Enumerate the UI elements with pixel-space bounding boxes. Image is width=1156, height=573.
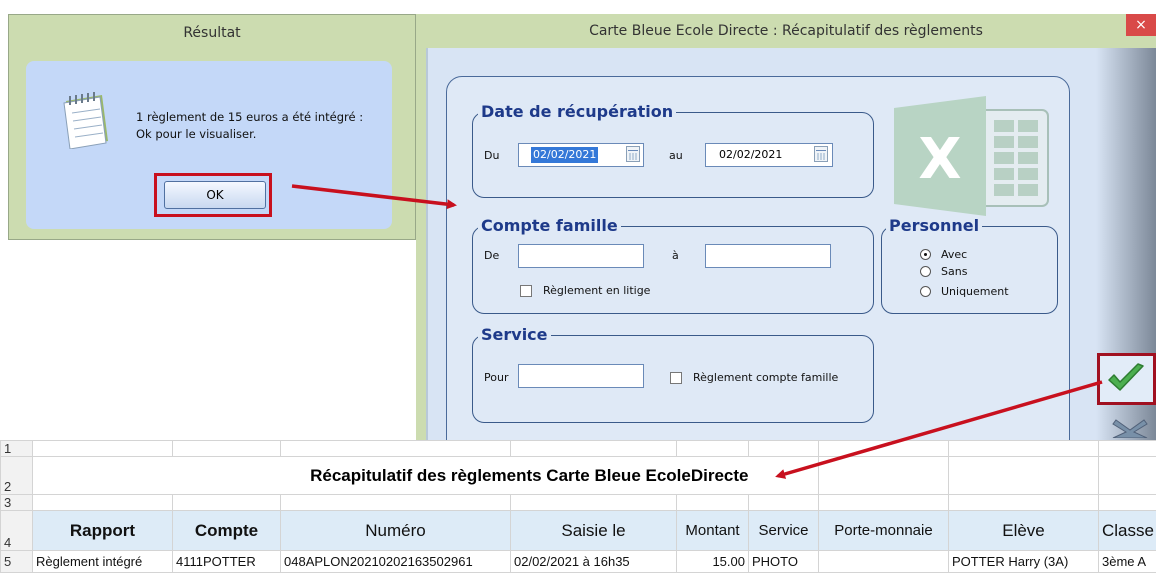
column-header: Porte-monnaie: [819, 511, 949, 551]
sheet-title-row: 2 Récapitulatif des règlements Carte Ble…: [1, 457, 1156, 495]
column-header: Elève: [949, 511, 1099, 551]
table-cell: 4111POTTER: [173, 551, 281, 573]
service-group-title: Service: [478, 326, 551, 344]
family-account-checkbox[interactable]: [670, 372, 682, 384]
table-cell: PHOTO: [749, 551, 819, 573]
date-from-value: 02/02/2021: [531, 147, 598, 163]
column-header: Service: [749, 511, 819, 551]
result-dialog-body: 1 règlement de 15 euros a été intégré : …: [26, 61, 392, 229]
column-header: Montant: [677, 511, 749, 551]
result-dialog: Résultat 1 règlement de 15 euros a été i…: [8, 14, 416, 240]
staff-radio-only[interactable]: [920, 286, 931, 297]
checkmark-icon[interactable]: [1106, 362, 1146, 396]
staff-group-title: Personnel: [886, 217, 982, 235]
date-from-label: Du: [484, 149, 499, 163]
column-header: Rapport: [33, 511, 173, 551]
dispute-checkbox[interactable]: [520, 285, 532, 297]
close-button[interactable]: ×: [1126, 14, 1156, 36]
account-group-title: Compte famille: [478, 217, 621, 235]
table-cell: 02/02/2021 à 16h35: [511, 551, 677, 573]
account-from-label: De: [484, 249, 499, 263]
sheet-title: Récapitulatif des règlements Carte Bleue…: [33, 457, 749, 495]
staff-option-label: Uniquement: [941, 285, 1009, 299]
spreadsheet: 1 2 Récapitulatif des règlements Carte B…: [0, 440, 1156, 569]
calendar-icon[interactable]: [814, 146, 828, 162]
column-header: Numéro: [281, 511, 511, 551]
cancel-icon[interactable]: [1110, 418, 1150, 438]
staff-radio-with[interactable]: [920, 249, 931, 260]
account-group: [472, 226, 874, 314]
account-to-label: à: [672, 249, 679, 263]
notepad-icon: [58, 91, 114, 149]
calendar-icon[interactable]: [626, 146, 640, 162]
staff-group: [881, 226, 1058, 314]
table-cell: Règlement intégré: [33, 551, 173, 573]
row-number: 4: [1, 511, 33, 551]
sheet-row: 3: [1, 495, 1156, 511]
column-header: Saisie le: [511, 511, 677, 551]
row-number: 1: [1, 441, 33, 457]
sheet-row: 1: [1, 441, 1156, 457]
result-dialog-title: Résultat: [9, 15, 415, 51]
date-to-label: au: [669, 149, 683, 163]
date-group-title: Date de récupération: [478, 103, 676, 121]
table-cell: [819, 551, 949, 573]
table-row: 5 Règlement intégré 4111POTTER 048APLON2…: [1, 551, 1156, 573]
account-to-field[interactable]: [705, 244, 831, 268]
result-message-line1: 1 règlement de 15 euros a été intégré :: [136, 109, 396, 126]
table-cell: POTTER Harry (3A): [949, 551, 1099, 573]
result-message-line2: Ok pour le visualiser.: [136, 126, 396, 143]
excel-icon: X: [890, 96, 1050, 216]
spreadsheet-grid: 1 2 Récapitulatif des règlements Carte B…: [0, 440, 1156, 573]
table-cell: 3ème A: [1099, 551, 1156, 573]
date-to-value: 02/02/2021: [719, 144, 782, 166]
table-header-row: 4 Rapport Compte Numéro Saisie le Montan…: [1, 511, 1156, 551]
account-from-field[interactable]: [518, 244, 644, 268]
column-header: Classe: [1099, 511, 1156, 551]
row-number: 5: [1, 551, 33, 573]
service-for-field[interactable]: [518, 364, 644, 388]
family-account-checkbox-label: Règlement compte famille: [693, 371, 838, 385]
main-window-title: Carte Bleue Ecole Directe : Récapitulati…: [416, 14, 1156, 48]
column-header: Compte: [173, 511, 281, 551]
row-number: 3: [1, 495, 33, 511]
table-cell: 048APLON20210202163502961: [281, 551, 511, 573]
staff-option-label: Sans: [941, 265, 967, 279]
ok-button[interactable]: OK: [164, 181, 266, 209]
service-for-label: Pour: [484, 371, 508, 385]
staff-option-label: Avec: [941, 248, 967, 262]
row-number: 2: [1, 457, 33, 495]
staff-radio-without[interactable]: [920, 266, 931, 277]
excel-icon-letter: X: [918, 127, 961, 192]
dispute-checkbox-label: Règlement en litige: [543, 284, 650, 298]
table-cell: 15.00: [677, 551, 749, 573]
result-message: 1 règlement de 15 euros a été intégré : …: [136, 109, 396, 143]
